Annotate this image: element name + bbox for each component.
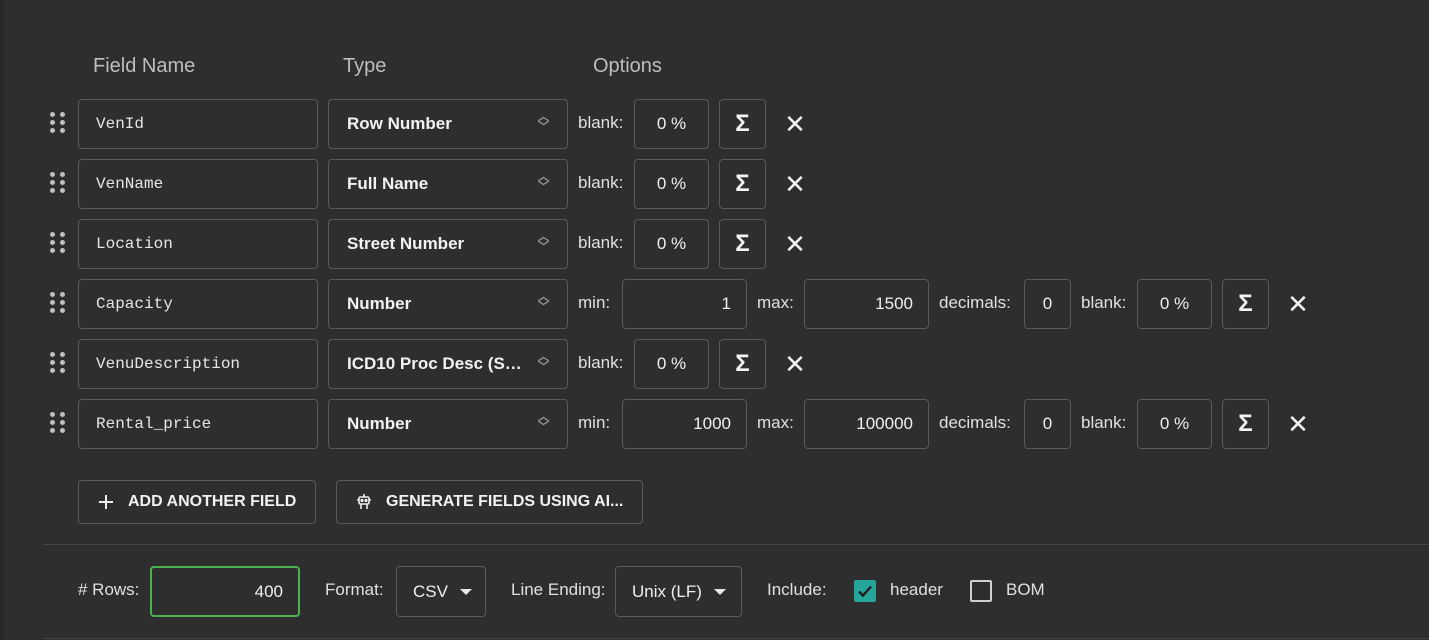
decimals-input[interactable]: 0	[1024, 279, 1071, 329]
rows-count-input[interactable]: 400	[150, 566, 300, 617]
field-type-select[interactable]: Number ︿ ﹀	[328, 279, 568, 329]
drag-handle-icon[interactable]	[50, 412, 66, 434]
field-type-select[interactable]: Number ︿ ﹀	[328, 399, 568, 449]
line-ending-select[interactable]: Unix (LF)	[615, 566, 742, 617]
remove-field-close-icon[interactable]: ✕	[1283, 409, 1313, 439]
robot-icon	[354, 492, 374, 512]
formula-sigma-button[interactable]: Σ	[1222, 279, 1269, 329]
blank-label: blank:	[1081, 293, 1127, 312]
blank-percent-input[interactable]: 0 %	[634, 339, 709, 389]
blank-percent-input[interactable]: 0 %	[634, 99, 709, 149]
chevron-updown-icon: ︿ ﹀	[538, 411, 549, 433]
field-row: VenuDescription ICD10 Proc Desc (Sh... ︿ ﹀…	[0, 339, 1429, 389]
chevron-updown-icon: ︿ ﹀	[538, 171, 549, 193]
max-label: max:	[757, 413, 794, 432]
caret-down-icon	[459, 588, 472, 595]
decimals-input[interactable]: 0	[1024, 399, 1071, 449]
field-type-select[interactable]: Street Number ︿ ﹀	[328, 219, 568, 269]
header-type: Type	[343, 55, 387, 77]
decimals-label: decimals:	[939, 413, 1011, 432]
blank-label: blank:	[578, 113, 624, 132]
bom-checkbox-label: BOM	[1006, 580, 1045, 599]
bottom-divider	[43, 638, 1429, 639]
remove-field-close-icon[interactable]: ✕	[780, 109, 810, 139]
drag-handle-icon[interactable]	[50, 352, 66, 374]
blank-label: blank:	[578, 173, 624, 192]
formula-sigma-button[interactable]: Σ	[1222, 399, 1269, 449]
blank-percent-input[interactable]: 0 %	[634, 219, 709, 269]
line-ending-label: Line Ending:	[511, 580, 606, 599]
format-label: Format:	[325, 580, 384, 599]
field-row: VenName Full Name ︿ ﹀ blank: 0 % Σ ✕	[0, 159, 1429, 209]
chevron-updown-icon: ︿ ﹀	[538, 111, 549, 133]
header-checkbox[interactable]	[854, 580, 876, 602]
format-value: CSV	[413, 581, 448, 601]
header-options: Options	[593, 55, 662, 77]
field-type-select[interactable]: ICD10 Proc Desc (Sh... ︿ ﹀	[328, 339, 568, 389]
remove-field-close-icon[interactable]: ✕	[780, 349, 810, 379]
field-type-label: Number	[347, 414, 412, 433]
field-name-input[interactable]: Capacity	[78, 279, 318, 329]
min-input[interactable]: 1	[622, 279, 747, 329]
field-type-label: Full Name	[347, 174, 429, 193]
min-input[interactable]: 1000	[622, 399, 747, 449]
chevron-updown-icon: ︿ ﹀	[538, 291, 549, 313]
field-type-label: Row Number	[347, 114, 452, 133]
include-label: Include:	[767, 580, 827, 599]
remove-field-close-icon[interactable]: ✕	[780, 229, 810, 259]
field-name-input[interactable]: VenName	[78, 159, 318, 209]
plus-icon	[96, 492, 116, 512]
generate-fields-ai-button[interactable]: GENERATE FIELDS USING AI...	[336, 480, 643, 524]
field-name-input[interactable]: VenId	[78, 99, 318, 149]
line-ending-value: Unix (LF)	[632, 581, 702, 601]
field-type-label: ICD10 Proc Desc (Sh...	[347, 354, 525, 373]
blank-label: blank:	[578, 353, 624, 372]
max-label: max:	[757, 293, 794, 312]
field-name-input[interactable]: Location	[78, 219, 318, 269]
field-type-label: Street Number	[347, 234, 465, 253]
rows-label: # Rows:	[78, 580, 140, 599]
remove-field-close-icon[interactable]: ✕	[780, 169, 810, 199]
field-row: Location Street Number ︿ ﹀ blank: 0 % Σ ✕	[0, 219, 1429, 269]
format-select[interactable]: CSV	[396, 566, 486, 617]
chevron-updown-icon: ︿ ﹀	[538, 231, 549, 253]
header-checkbox-label: header	[890, 580, 943, 599]
formula-sigma-button[interactable]: Σ	[719, 339, 766, 389]
field-row: Capacity Number ︿ ﹀ min: 1 max: 1500 decim…	[0, 279, 1429, 329]
blank-percent-input[interactable]: 0 %	[1137, 279, 1212, 329]
generate-fields-ai-label: GENERATE FIELDS USING AI...	[386, 493, 624, 510]
decimals-label: decimals:	[939, 293, 1011, 312]
blank-label: blank:	[1081, 413, 1127, 432]
header-field-name: Field Name	[93, 55, 196, 77]
max-input[interactable]: 100000	[804, 399, 929, 449]
add-another-field-label: ADD ANOTHER FIELD	[128, 493, 297, 510]
min-label: min:	[578, 293, 611, 312]
add-another-field-button[interactable]: ADD ANOTHER FIELD	[78, 480, 316, 524]
field-name-input[interactable]: VenuDescription	[78, 339, 318, 389]
chevron-updown-icon: ︿ ﹀	[538, 351, 549, 373]
field-name-input[interactable]: Rental_price	[78, 399, 318, 449]
caret-down-icon	[713, 588, 726, 595]
drag-handle-icon[interactable]	[50, 172, 66, 194]
blank-percent-input[interactable]: 0 %	[634, 159, 709, 209]
formula-sigma-button[interactable]: Σ	[719, 219, 766, 269]
field-type-label: Number	[347, 294, 412, 313]
remove-field-close-icon[interactable]: ✕	[1283, 289, 1313, 319]
drag-handle-icon[interactable]	[50, 292, 66, 314]
check-icon	[858, 585, 872, 598]
min-label: min:	[578, 413, 611, 432]
bom-checkbox[interactable]	[970, 580, 992, 602]
blank-label: blank:	[578, 233, 624, 252]
formula-sigma-button[interactable]: Σ	[719, 99, 766, 149]
blank-percent-input[interactable]: 0 %	[1137, 399, 1212, 449]
drag-handle-icon[interactable]	[50, 112, 66, 134]
max-input[interactable]: 1500	[804, 279, 929, 329]
field-type-select[interactable]: Full Name ︿ ﹀	[328, 159, 568, 209]
field-type-select[interactable]: Row Number ︿ ﹀	[328, 99, 568, 149]
field-row: Rental_price Number ︿ ﹀ min: 1000 max: 100…	[0, 399, 1429, 449]
section-divider	[43, 544, 1429, 545]
formula-sigma-button[interactable]: Σ	[719, 159, 766, 209]
drag-handle-icon[interactable]	[50, 232, 66, 254]
field-row: VenId Row Number ︿ ﹀ blank: 0 % Σ ✕	[0, 99, 1429, 149]
